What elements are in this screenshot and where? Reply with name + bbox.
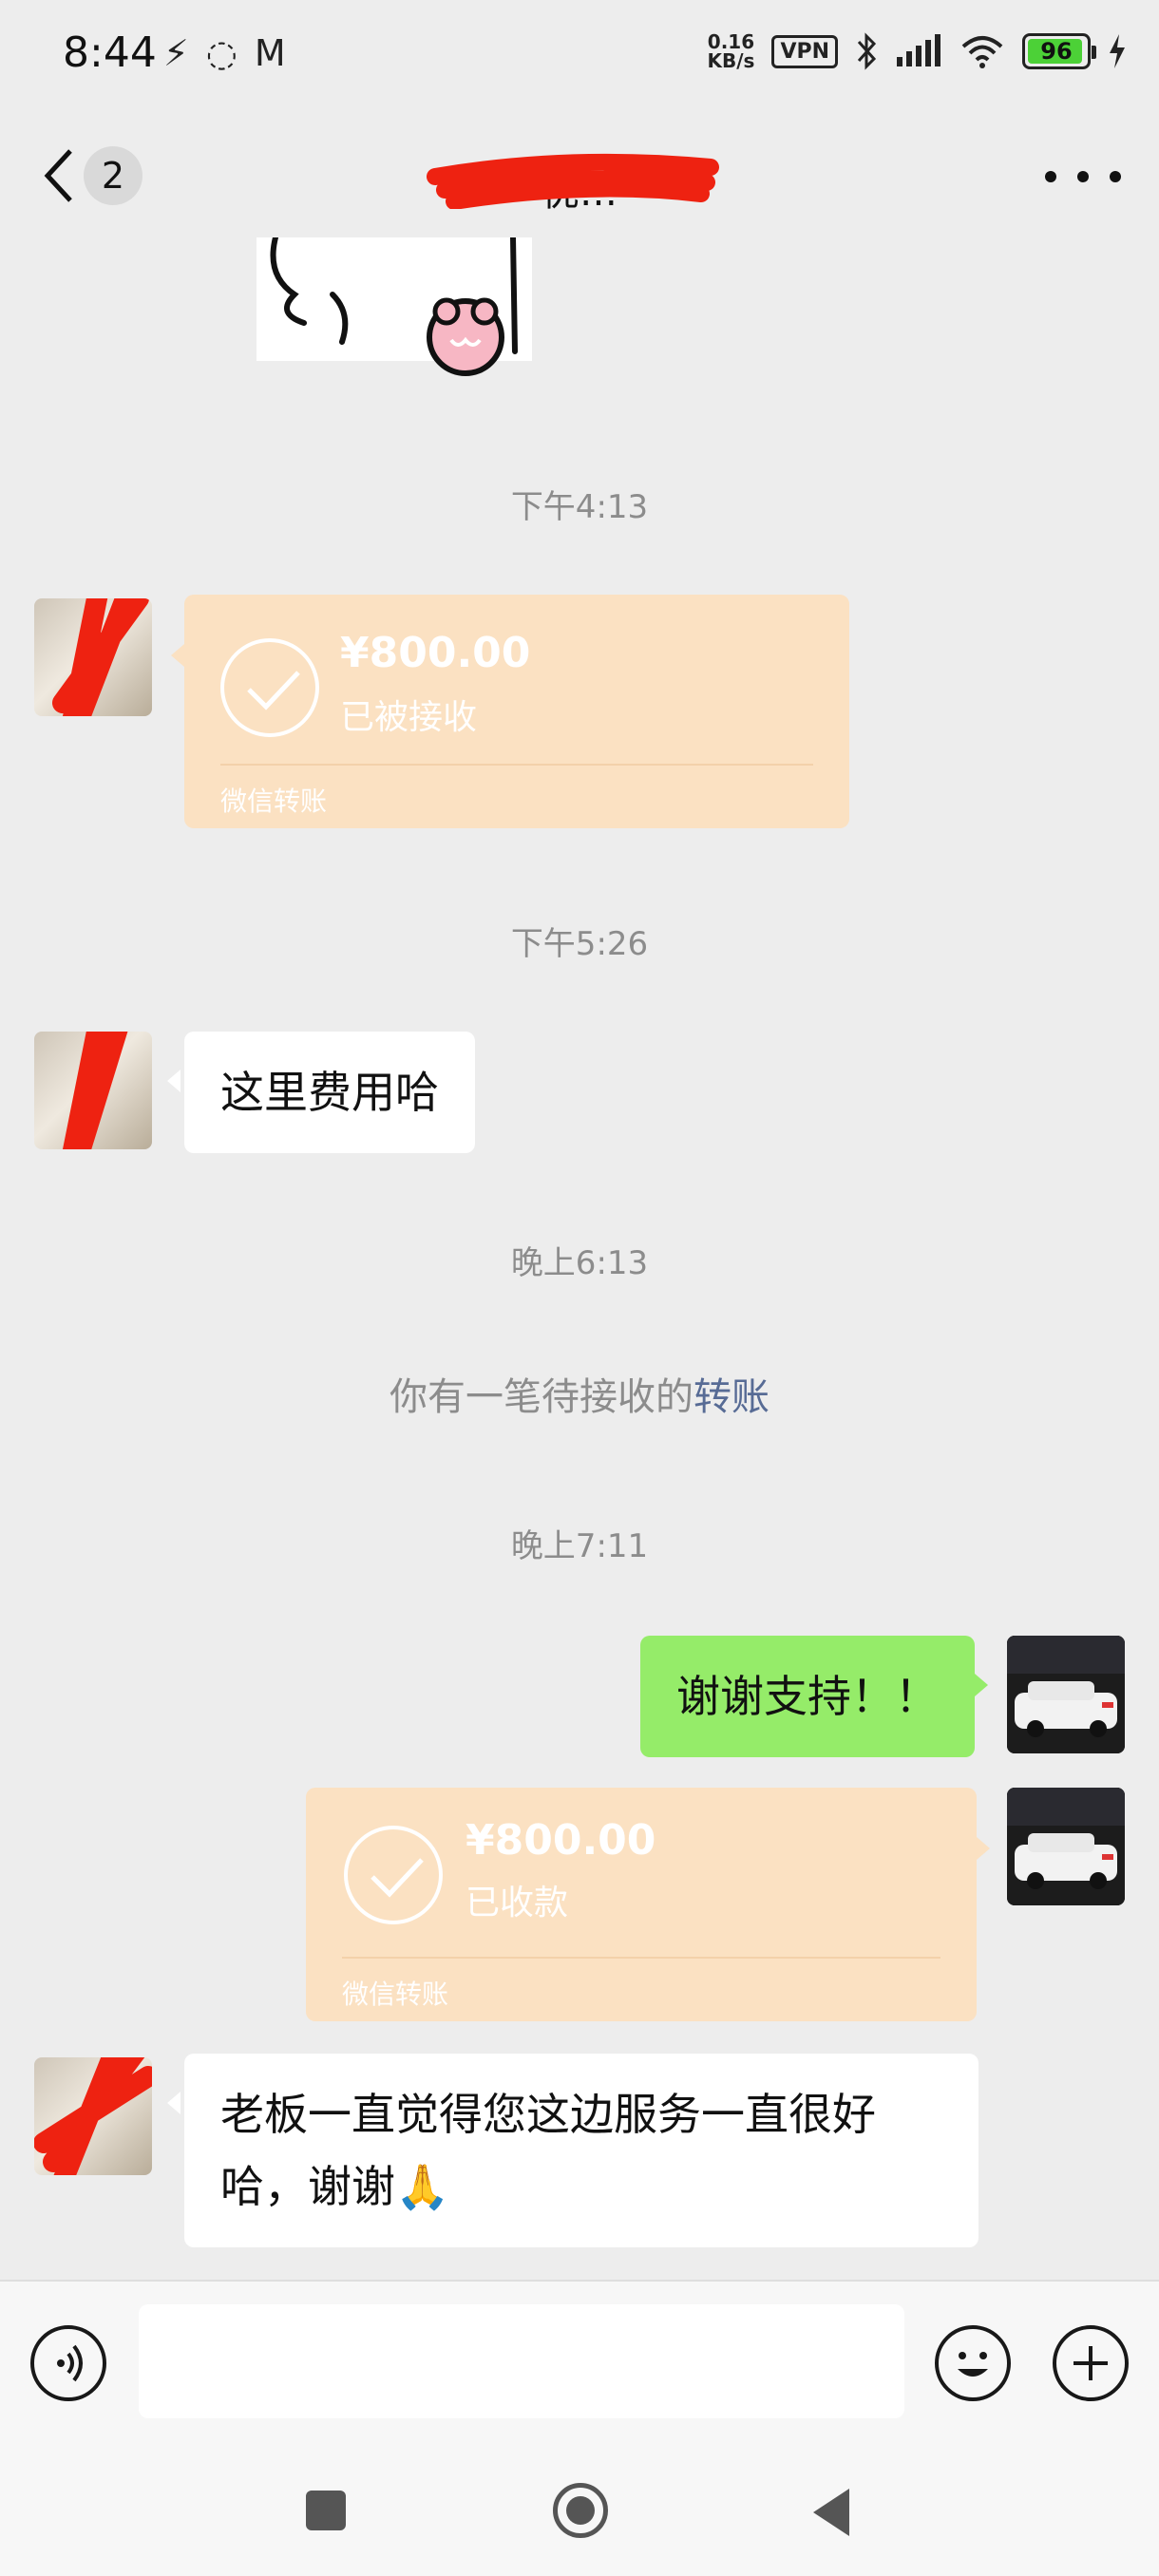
unread-count-badge: 2 [84, 146, 142, 205]
battery-icon: 96 [1022, 33, 1096, 69]
system-navigation-bar [0, 2441, 1159, 2576]
cellular-signal-icon [897, 34, 940, 66]
voice-input-button[interactable] [30, 2325, 106, 2401]
message-list[interactable]: 下午4:13 ¥800.00 已被接收 微信转账 下午5:26 这里费用哈 晚上… [0, 237, 1159, 2280]
voice-icon [57, 2344, 83, 2382]
emoji-icon [958, 2352, 988, 2377]
title-redaction-mark [427, 153, 719, 209]
charging-icon [1110, 34, 1125, 68]
more-options-button[interactable] [1045, 158, 1121, 196]
home-button[interactable] [553, 2483, 608, 2538]
system-back-button[interactable] [813, 2489, 849, 2536]
car-photo-avatar [1007, 1788, 1125, 1905]
chat-header: 2 优… [0, 114, 1159, 237]
transfer-amount: ¥800.00 [466, 1816, 656, 1865]
message-bubble[interactable]: 老板一直觉得您这边服务一直很好 哈，谢谢🙏 [167, 2054, 978, 2247]
status-time: 8:44 [63, 28, 157, 77]
check-icon [344, 1826, 443, 1924]
wifi-icon [961, 36, 1003, 68]
pending-transfer-link[interactable]: 转账 [694, 1375, 770, 1419]
avatar-redaction-mark [52, 598, 149, 716]
contact-avatar[interactable] [34, 2057, 152, 2175]
system-message: 你有一笔待接收的转账 [0, 1366, 1159, 1421]
contact-avatar[interactable] [34, 598, 152, 716]
plus-icon [1074, 2346, 1108, 2380]
my-avatar[interactable] [1007, 1636, 1125, 1753]
timestamp: 晚上7:11 [510, 1527, 649, 1565]
message-text-line: 哈，谢谢🙏 [220, 2161, 450, 2212]
avatar-redaction-mark [62, 1032, 128, 1149]
notification-icons: ⚡ ◌ M [163, 32, 286, 74]
transfer-footer: 微信转账 [220, 786, 328, 817]
timestamp: 晚上6:13 [510, 1244, 649, 1282]
vpn-badge: VPN [771, 34, 838, 68]
battery-level: 96 [1040, 38, 1073, 65]
contact-avatar[interactable] [34, 1032, 152, 1149]
transfer-status: 已被接收 [340, 698, 478, 737]
message-bubble[interactable]: 这里费用哈 [167, 1032, 475, 1153]
message-text-line: 老板一直觉得您这边服务一直很好 [220, 2089, 876, 2140]
transfer-status: 已收款 [466, 1884, 569, 1923]
network-speed: 0.16 KB/s [707, 32, 754, 70]
bluetooth-icon [857, 32, 877, 70]
gmail-icon: M [254, 32, 286, 74]
sticker-image[interactable] [256, 237, 532, 380]
input-bar [0, 2280, 1159, 2441]
message-input[interactable] [139, 2304, 904, 2418]
check-icon [220, 638, 319, 737]
car-photo-avatar [1007, 1636, 1125, 1753]
status-bar: 8:44 ⚡ ◌ M 0.16 KB/s VPN 96 [0, 0, 1159, 114]
timestamp: 下午5:26 [510, 925, 649, 963]
transfer-card[interactable]: ¥800.00 已被接收 微信转账 [171, 595, 849, 828]
avatar-redaction-mark [34, 2057, 152, 2175]
timestamp: 下午4:13 [510, 488, 649, 526]
transfer-footer: 微信转账 [342, 1979, 449, 2010]
emoji-button[interactable] [935, 2325, 1011, 2401]
my-avatar[interactable] [1007, 1788, 1125, 1905]
back-button[interactable]: 2 [42, 142, 156, 209]
chevron-left-icon [44, 149, 72, 202]
whatsapp-icon: ◌ [205, 32, 238, 74]
transfer-card-outgoing[interactable]: ¥800.00 已收款 微信转账 [306, 1788, 990, 2021]
system-message-text: 你有一笔待接收的 [390, 1375, 694, 1419]
status-right: 0.16 KB/s VPN 96 [707, 32, 1127, 70]
more-functions-button[interactable] [1053, 2325, 1129, 2401]
signal-app-icon: ⚡ [163, 32, 189, 74]
network-speed-unit: KB/s [707, 49, 755, 72]
message-bubble-outgoing[interactable]: 谢谢支持！！ [640, 1636, 988, 1757]
transfer-amount: ¥800.00 [340, 629, 531, 677]
recent-apps-button[interactable] [306, 2491, 346, 2530]
network-speed-value: 0.16 [707, 30, 755, 53]
